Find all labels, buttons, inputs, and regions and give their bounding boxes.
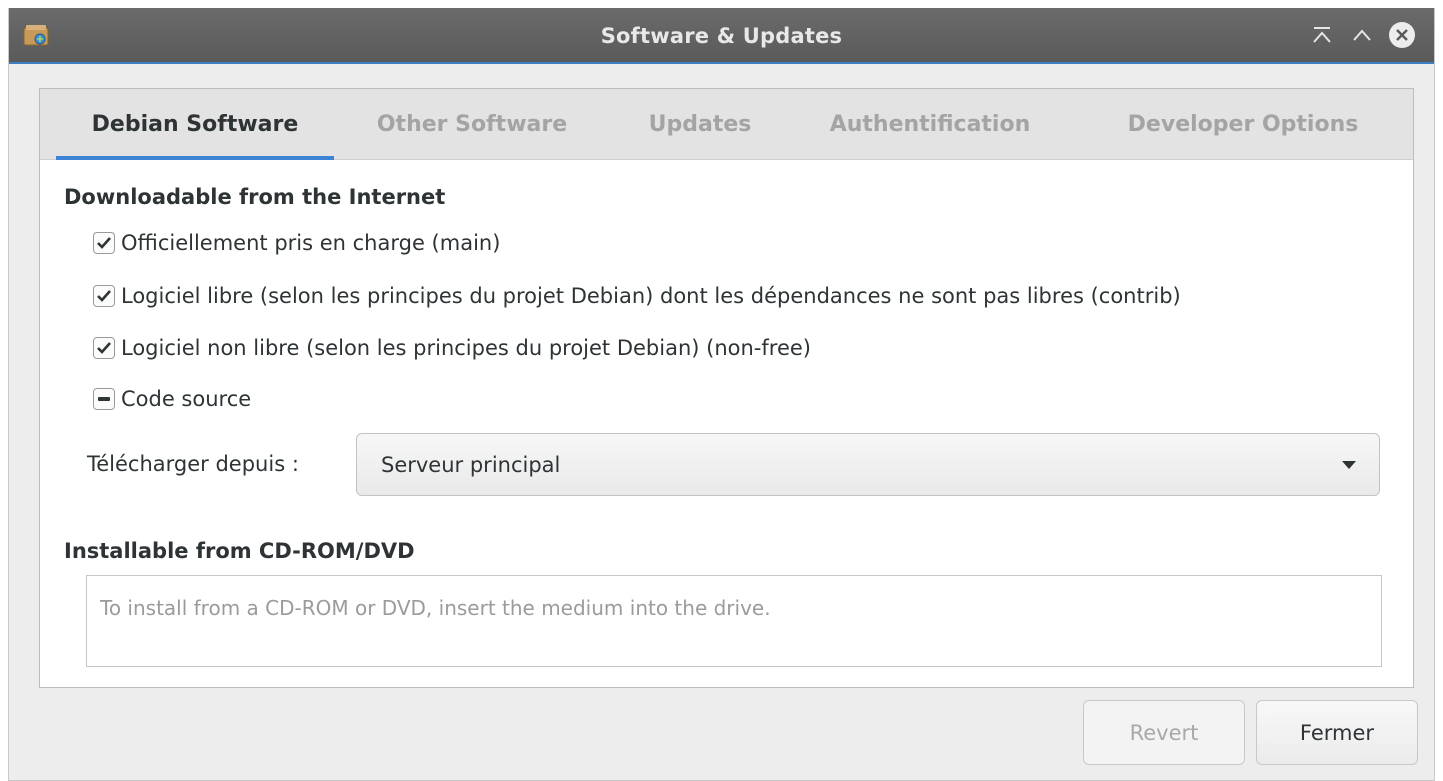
checkbox-label: Officiellement pris en charge (main) — [121, 231, 501, 255]
tab-debian-software[interactable]: Debian Software — [56, 89, 334, 160]
revert-button[interactable]: Revert — [1083, 700, 1245, 765]
tab-other-software[interactable]: Other Software — [358, 89, 586, 159]
minimize-icon[interactable] — [1307, 20, 1337, 50]
checkbox-checked-icon[interactable] — [93, 232, 115, 254]
internet-section-heading: Downloadable from the Internet — [64, 185, 446, 209]
maximize-icon[interactable] — [1347, 20, 1377, 50]
software-updates-window: Software & Updates Debian Software Other… — [8, 8, 1435, 781]
tab-notebook: Debian Software Other Software Updates A… — [39, 88, 1414, 688]
tab-updates[interactable]: Updates — [630, 89, 770, 159]
checkbox-indeterminate-icon[interactable] — [93, 388, 115, 410]
download-server-value: Serveur principal — [381, 452, 561, 477]
checkbox-checked-icon[interactable] — [93, 337, 115, 359]
close-button[interactable]: Fermer — [1256, 700, 1418, 765]
tab-bar: Debian Software Other Software Updates A… — [40, 89, 1413, 160]
tab-developer-options[interactable]: Developer Options — [1088, 89, 1398, 159]
window-title: Software & Updates — [600, 24, 843, 48]
close-icon[interactable] — [1387, 20, 1417, 50]
title-bar[interactable]: Software & Updates — [9, 8, 1434, 64]
checkbox-checked-icon[interactable] — [93, 285, 115, 307]
download-from-label: Télécharger depuis : — [87, 452, 299, 476]
contrib-repo-checkbox[interactable]: Logiciel libre (selon les principes du p… — [93, 281, 1181, 311]
tab-authentification[interactable]: Authentification — [812, 89, 1048, 159]
checkbox-label: Code source — [121, 387, 252, 411]
source-code-checkbox[interactable]: Code source — [93, 384, 251, 414]
main-repo-checkbox[interactable]: Officiellement pris en charge (main) — [93, 228, 500, 258]
non-free-repo-checkbox[interactable]: Logiciel non libre (selon les principes … — [93, 333, 811, 363]
cdrom-section-heading: Installable from CD-ROM/DVD — [64, 539, 415, 563]
cdrom-placeholder: To install from a CD-ROM or DVD, insert … — [100, 596, 771, 620]
cdrom-list[interactable]: To install from a CD-ROM or DVD, insert … — [86, 575, 1382, 667]
dropdown-arrow-icon — [1341, 455, 1357, 474]
download-server-dropdown[interactable]: Serveur principal — [356, 433, 1380, 496]
checkbox-label: Logiciel non libre (selon les principes … — [121, 336, 811, 360]
checkbox-label: Logiciel libre (selon les principes du p… — [121, 284, 1181, 308]
